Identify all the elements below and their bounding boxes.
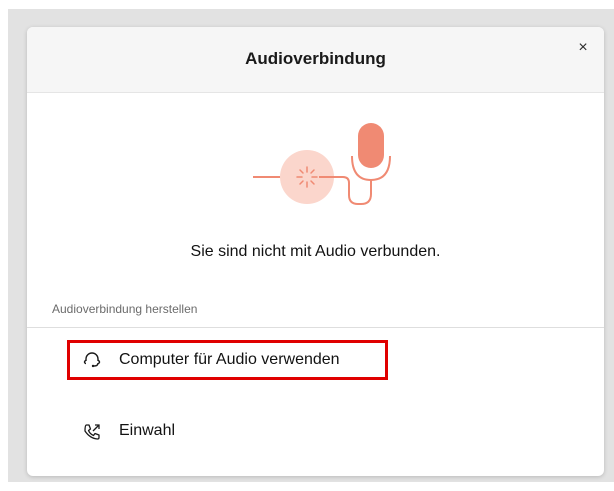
use-computer-audio-button[interactable]: Computer für Audio verwenden (67, 340, 388, 380)
microphone-illustration-icon (253, 123, 391, 205)
headset-icon (83, 352, 101, 368)
connection-status-text: Sie sind nicht mit Audio verbunden. (190, 243, 441, 260)
dial-in-label: Einwahl (119, 422, 176, 439)
section-divider (27, 327, 604, 328)
phone-callout-icon (84, 424, 100, 440)
dialog-title: Audioverbindung (245, 49, 386, 68)
close-button[interactable]: × (574, 39, 592, 57)
dialog-header: Audioverbindung × (27, 27, 604, 93)
section-label: Audioverbindung herstellen (52, 302, 198, 316)
dial-in-button[interactable]: Einwahl (67, 413, 388, 453)
close-icon: × (578, 39, 588, 56)
audio-connection-dialog: Audioverbindung × Sie sind nicht mit Aud… (27, 27, 604, 476)
use-computer-audio-label: Computer für Audio verwenden (119, 351, 340, 368)
